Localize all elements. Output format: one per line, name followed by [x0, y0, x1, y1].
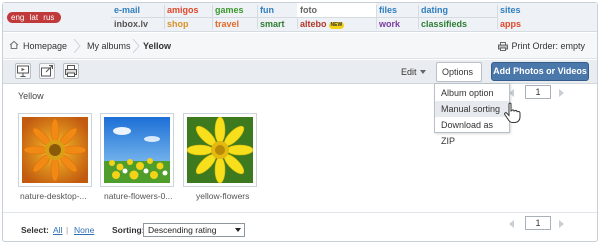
- breadcrumb: Homepage My albums Yellow Print Order: e…: [3, 33, 597, 59]
- photo-caption[interactable]: nature-flowers-0...: [104, 191, 173, 201]
- portal-link-travel[interactable]: travel: [212, 17, 239, 31]
- sorting-value: Descending rating: [148, 225, 217, 235]
- portal-link-altebo[interactable]: altebo: [300, 19, 327, 29]
- hand-cursor-icon: [504, 102, 521, 123]
- portal-col-6: files work: [376, 3, 418, 31]
- portal-col-1: e-mail inbox.lv: [111, 3, 164, 31]
- portal-col-7: dating classifieds: [418, 3, 497, 31]
- breadcrumb-separator: [132, 39, 140, 53]
- next-page-icon[interactable]: [559, 220, 564, 228]
- portal-link-games[interactable]: games: [212, 3, 244, 17]
- language-switcher: eng lat rus: [7, 12, 61, 23]
- select-none-link[interactable]: None: [74, 225, 94, 235]
- menu-item-album-option[interactable]: Album option: [435, 85, 509, 101]
- lang-lat[interactable]: lat: [30, 13, 38, 22]
- breadcrumb-current: Yellow: [143, 41, 172, 51]
- options-menu: Album option Manual sorting Download as …: [434, 83, 510, 146]
- portal-link-work[interactable]: work: [376, 17, 400, 31]
- select-all-link[interactable]: All: [53, 225, 62, 235]
- print-button[interactable]: [63, 63, 79, 79]
- portal-link-altebo-wrap: altebo NEW: [297, 17, 345, 31]
- portal-link-smart[interactable]: smart: [257, 17, 285, 31]
- chevron-down-icon: [419, 70, 426, 74]
- portal-link-fun[interactable]: fun: [257, 3, 274, 17]
- photo-thumbnail[interactable]: [18, 113, 92, 187]
- share-icon: [41, 65, 53, 77]
- printer-icon: [65, 65, 77, 77]
- home-icon[interactable]: [9, 33, 19, 59]
- portal-link-inbox[interactable]: inbox.lv: [111, 17, 148, 31]
- options-label: Options: [442, 67, 474, 77]
- album-toolbar: Edit Options Add Photos or Videos: [3, 60, 597, 92]
- portal-col-5: foto altebo NEW: [297, 3, 376, 31]
- add-photos-button[interactable]: Add Photos or Videos: [491, 62, 589, 81]
- slideshow-button[interactable]: [15, 63, 31, 79]
- portal-link-foto[interactable]: foto: [297, 3, 376, 17]
- lang-rus[interactable]: rus: [43, 13, 54, 22]
- options-dropdown[interactable]: Options: [436, 62, 482, 92]
- print-order-text: Print Order: empty: [511, 41, 585, 51]
- portal-link-classifieds[interactable]: classifieds: [418, 17, 467, 31]
- portal-link-apps[interactable]: apps: [497, 17, 521, 31]
- photo-thumbnail[interactable]: [100, 113, 174, 187]
- edit-dropdown[interactable]: Edit: [401, 60, 426, 84]
- select-label: Select:: [21, 225, 49, 235]
- photo-caption[interactable]: yellow-flowers: [196, 191, 249, 201]
- prev-page-icon[interactable]: [509, 220, 514, 228]
- sorting-label: Sorting:: [112, 225, 145, 235]
- portal-col-8: sites apps: [497, 3, 537, 31]
- breadcrumb-homepage[interactable]: Homepage: [23, 33, 67, 59]
- edit-label: Edit: [401, 67, 417, 77]
- portal-link-dating[interactable]: dating: [418, 3, 448, 17]
- portal-col-3: games travel: [212, 3, 257, 31]
- app-frame: eng lat rus e-mail inbox.lv amigos shop …: [2, 2, 598, 242]
- breadcrumb-my-albums[interactable]: My albums: [87, 33, 131, 59]
- chevron-down-icon: [235, 228, 241, 232]
- select-separator: |: [66, 225, 69, 235]
- portal-link-amigos[interactable]: amigos: [164, 3, 199, 17]
- share-button[interactable]: [39, 63, 55, 79]
- portal-col-4: fun smart: [257, 3, 297, 31]
- portal-link-shop[interactable]: shop: [164, 17, 189, 31]
- print-order[interactable]: Print Order: empty: [498, 33, 585, 59]
- menu-item-manual-sorting[interactable]: Manual sorting: [435, 101, 509, 117]
- photo-image-yellow-flower: [186, 116, 254, 184]
- new-badge: NEW: [328, 22, 345, 29]
- page-input[interactable]: 1: [525, 216, 551, 230]
- bottom-divider: [3, 212, 597, 213]
- photo-caption[interactable]: nature-desktop-...: [20, 191, 87, 201]
- portal-link-email[interactable]: e-mail: [111, 3, 140, 17]
- photo-image-flower-field: [104, 117, 170, 183]
- portal-bar: eng lat rus e-mail inbox.lv amigos shop …: [3, 3, 597, 32]
- breadcrumb-separator: [73, 39, 81, 53]
- photo-thumbnail[interactable]: [183, 113, 257, 187]
- portal-col-2: amigos shop: [164, 3, 212, 31]
- slideshow-icon: [17, 65, 29, 77]
- album-title: Yellow: [18, 91, 44, 101]
- lang-eng[interactable]: eng: [11, 13, 24, 22]
- portal-link-files[interactable]: files: [376, 3, 397, 17]
- portal-link-sites[interactable]: sites: [497, 3, 521, 17]
- bottom-controls: Select: All | None Sorting: Descending r…: [3, 223, 597, 239]
- page-input[interactable]: 1: [525, 85, 551, 99]
- photo-image-orange-flower: [22, 117, 88, 183]
- printer-icon: [498, 42, 509, 51]
- sorting-select[interactable]: Descending rating: [143, 223, 245, 237]
- menu-item-download-zip[interactable]: Download as ZIP: [435, 117, 509, 146]
- next-page-icon[interactable]: [559, 89, 564, 97]
